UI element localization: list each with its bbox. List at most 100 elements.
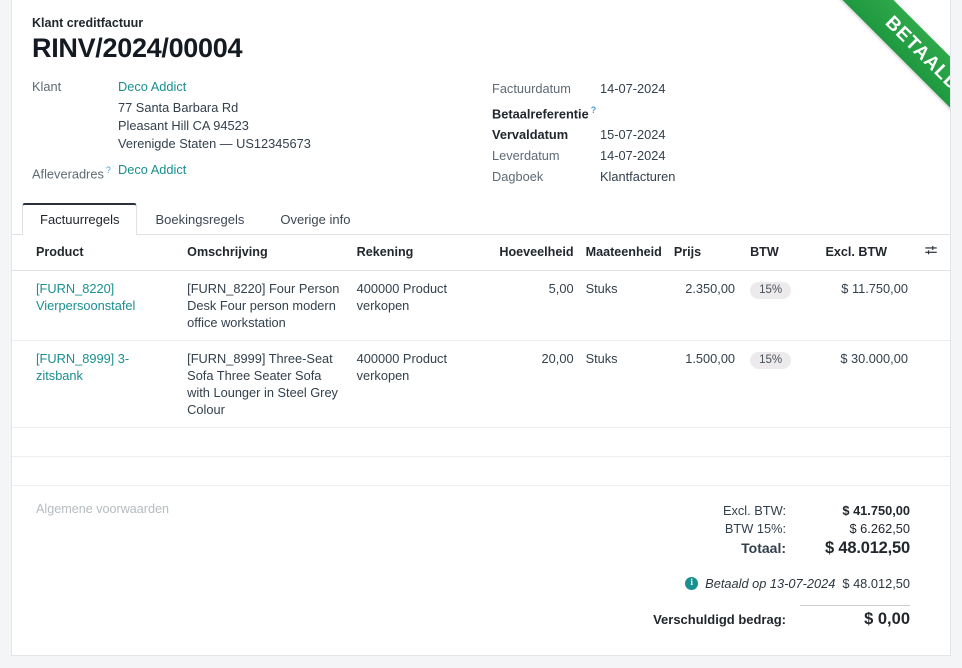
help-icon[interactable]: ?	[106, 165, 111, 175]
invoice-footer: Algemene voorwaarden Excl. BTW: $ 41.750…	[12, 486, 950, 629]
field-delivery-date: Leverdatum 14-07-2024	[492, 147, 922, 165]
column-header-quantity[interactable]: Hoeveelheid	[493, 234, 580, 271]
table-row[interactable]: [FURN_8999] 3-zitsbank [FURN_8999] Three…	[12, 340, 950, 428]
cell-uom[interactable]: Stuks	[579, 270, 668, 341]
column-settings-cell	[917, 234, 950, 271]
cell-quantity[interactable]: 5,00	[493, 270, 580, 341]
column-header-tax[interactable]: BTW	[741, 234, 820, 271]
field-delivery-address: Afleveradres? Deco Addict	[32, 161, 492, 183]
payment-reference-label: Betaalreferentie?	[492, 101, 600, 123]
delivery-address-label: Afleveradres?	[32, 161, 118, 183]
help-icon[interactable]: ?	[591, 105, 597, 115]
customer-address: 77 Santa Barbara Rd Pleasant Hill CA 945…	[118, 99, 492, 153]
info-icon[interactable]: i	[685, 576, 699, 590]
table-row[interactable]: [FURN_8220] Vierpersoonstafel [FURN_8220…	[12, 270, 950, 341]
tax-badge[interactable]: 15%	[750, 351, 792, 370]
customer-link[interactable]: Deco Addict	[118, 79, 186, 94]
journal-label: Dagboek	[492, 168, 544, 184]
table-row-empty[interactable]	[12, 456, 950, 486]
delivery-address-link[interactable]: Deco Addict	[118, 162, 186, 177]
cell-product[interactable]: [FURN_8220] Vierpersoonstafel	[12, 270, 182, 341]
payment-reference-label-text: Betaalreferentie	[492, 105, 589, 121]
cell-empty[interactable]	[12, 456, 950, 486]
table-row-empty[interactable]	[12, 427, 950, 457]
payment-info-amount: $ 48.012,50	[842, 575, 910, 591]
column-header-description[interactable]: Omschrijving	[181, 234, 351, 271]
total-row-grand: Totaal: $ 48.012,50	[572, 538, 910, 560]
customer-label: Klant	[32, 78, 62, 94]
untaxed-amount-label: Excl. BTW:	[722, 503, 786, 519]
header-right-column: Factuurdatum 14-07-2024 Betaalreferentie…	[492, 78, 922, 189]
cell-empty[interactable]	[12, 427, 950, 457]
payment-info-row: i Betaald op 13-07-2024 $ 48.012,50	[572, 576, 910, 591]
tab-journal-items[interactable]: Boekingsregels	[137, 203, 262, 235]
column-header-account[interactable]: Rekening	[350, 234, 494, 271]
field-journal: Dagboek Klantfacturen	[492, 168, 922, 186]
field-customer: Klant Deco Addict	[32, 78, 492, 96]
delivery-address-label-text: Afleveradres	[32, 165, 104, 181]
delivery-date-label: Leverdatum	[492, 147, 560, 163]
column-header-price[interactable]: Prijs	[667, 234, 742, 271]
cell-price[interactable]: 1.500,00	[667, 340, 742, 428]
column-header-uom[interactable]: Maateenheid	[579, 234, 668, 271]
invoice-sheet: BETAALD Klant creditfactuur RINV/2024/00…	[11, 0, 951, 656]
cell-row-actions	[917, 270, 950, 341]
amount-due-label: Verschuldigd bedrag:	[653, 611, 786, 627]
cell-subtotal: $ 30.000,00	[819, 340, 918, 428]
invoice-lines-table: Product Omschrijving Rekening Hoeveelhei…	[12, 234, 950, 486]
due-date-label: Vervaldatum	[492, 126, 569, 142]
grand-total-value: $ 48.012,50	[825, 539, 910, 558]
breadcrumb: Klant creditfactuur	[32, 16, 144, 30]
terms-and-conditions-input[interactable]: Algemene voorwaarden	[12, 502, 572, 629]
total-row-untaxed: Excl. BTW: $ 41.750,00	[572, 502, 910, 520]
column-header-subtotal[interactable]: Excl. BTW	[819, 234, 918, 271]
delivery-date-value[interactable]: 14-07-2024	[600, 147, 665, 165]
product-link[interactable]: [FURN_8220] Vierpersoonstafel	[36, 281, 135, 313]
tax-amount-value: $ 6.262,50	[849, 521, 911, 537]
cell-price[interactable]: 2.350,00	[667, 270, 742, 341]
cell-tax[interactable]: 15%	[741, 340, 820, 428]
invoice-date-value[interactable]: 14-07-2024	[600, 80, 665, 98]
untaxed-amount-value: $ 41.750,00	[842, 503, 910, 519]
cell-description[interactable]: [FURN_8220] Four Person Desk Four person…	[181, 270, 351, 341]
invoice-header: Klant creditfactuur RINV/2024/00004 Klan…	[12, 0, 950, 189]
field-invoice-date: Factuurdatum 14-07-2024	[492, 80, 922, 98]
column-header-product[interactable]: Product	[12, 234, 182, 271]
totals-panel: Excl. BTW: $ 41.750,00 BTW 15%: $ 6.262,…	[572, 502, 928, 629]
cell-uom[interactable]: Stuks	[579, 340, 668, 428]
cell-quantity[interactable]: 20,00	[493, 340, 580, 428]
address-line-2: Pleasant Hill CA 94523	[118, 117, 249, 133]
field-spacer	[32, 153, 492, 161]
header-fields: Klant Deco Addict 77 Santa Barbara Rd Pl…	[32, 78, 930, 189]
page-title: RINV/2024/00004	[32, 33, 243, 63]
cell-account[interactable]: 400000 Product verkopen	[350, 340, 494, 428]
address-line-3: Verenigde Staten — US12345673	[118, 135, 311, 151]
tax-badge[interactable]: 15%	[750, 281, 792, 300]
header-left-column: Klant Deco Addict 77 Santa Barbara Rd Pl…	[32, 78, 492, 189]
cell-row-actions	[917, 340, 950, 428]
cell-product[interactable]: [FURN_8999] 3-zitsbank	[12, 340, 182, 428]
field-due-date: Vervaldatum 15-07-2024	[492, 126, 922, 144]
product-link[interactable]: [FURN_8999] 3-zitsbank	[36, 351, 129, 383]
amount-due-value: $ 0,00	[800, 604, 910, 629]
total-row-tax: BTW 15%: $ 6.262,50	[572, 520, 910, 538]
address-line-1: 77 Santa Barbara Rd	[118, 99, 239, 115]
cell-subtotal: $ 11.750,00	[819, 270, 918, 341]
table-header-row: Product Omschrijving Rekening Hoeveelhei…	[12, 234, 950, 271]
cell-account[interactable]: 400000 Product verkopen	[350, 270, 494, 341]
cell-description[interactable]: [FURN_8999] Three-Seat Sofa Three Seater…	[181, 340, 351, 428]
invoice-lines-header: Product Omschrijving Rekening Hoeveelhei…	[12, 234, 950, 271]
invoice-lines-body: [FURN_8220] Vierpersoonstafel [FURN_8220…	[12, 270, 950, 486]
tab-invoice-lines[interactable]: Factuurregels	[22, 202, 138, 235]
grand-total-label: Totaal:	[741, 540, 786, 557]
column-settings-icon[interactable]	[924, 244, 938, 261]
tax-amount-label: BTW 15%:	[724, 521, 786, 537]
tab-bar: Factuurregels Boekingsregels Overige inf…	[22, 202, 950, 235]
payment-info-text[interactable]: Betaald op 13-07-2024	[705, 576, 835, 591]
field-payment-reference: Betaalreferentie?	[492, 101, 922, 123]
amount-due-row: Verschuldigd bedrag: $ 0,00	[572, 604, 910, 629]
cell-tax[interactable]: 15%	[741, 270, 820, 341]
journal-value[interactable]: Klantfacturen	[600, 168, 675, 186]
tab-other-info[interactable]: Overige info	[262, 203, 368, 235]
due-date-value[interactable]: 15-07-2024	[600, 126, 665, 144]
